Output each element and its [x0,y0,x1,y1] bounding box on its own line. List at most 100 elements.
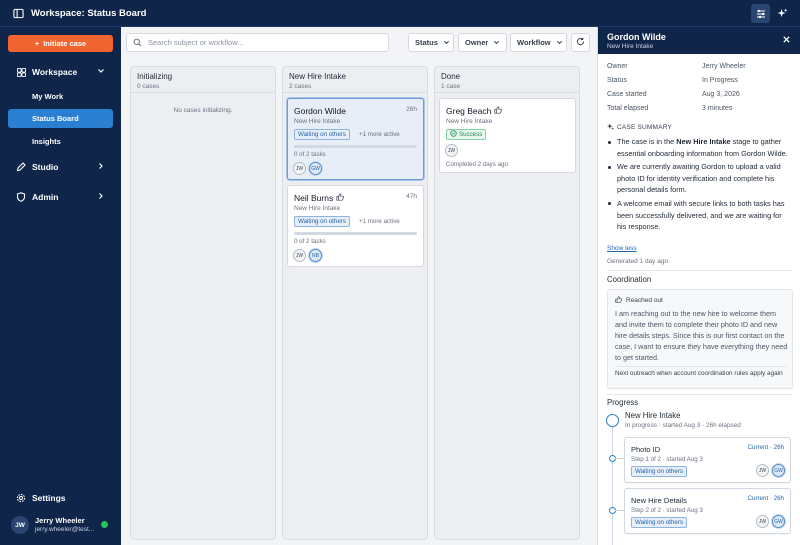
case-name: Greg Beach [446,106,492,116]
column-empty-message: No cases initializing. [173,107,233,114]
sidebar-item-my-work[interactable]: My Work [8,87,113,106]
task-progress-bar [294,145,417,148]
coordination-heading: Coordination [607,275,652,284]
owner-filter-dropdown[interactable]: Owner [458,33,507,52]
more-active-count: +1 more active [359,218,400,225]
sidebar-section-admin[interactable]: Admin [8,188,113,206]
show-less-link[interactable]: Show less [607,245,637,252]
stage-status-circle [606,414,619,427]
settings-label: Settings [32,493,66,503]
step-current-time: Current · 26h [747,495,784,502]
status-board: Status Owner Workflow Initializing 0 cas… [121,27,597,545]
summary-stage-name: New Hire Intake [676,137,731,146]
reached-out-row: Reached out [615,296,663,305]
case-name: Neil Burns [294,193,334,203]
divider [607,270,793,271]
initiate-case-label: Initiate case [43,39,87,48]
column-title: Done [441,72,461,81]
field-value: Jerry Wheeler [702,63,746,70]
detail-case-stage: New Hire Intake [607,43,654,50]
field-value: 3 minutes [702,105,733,112]
field-value: Aug 3, 2026 [702,91,740,98]
plus-icon: + [34,39,40,48]
case-stage: New Hire Intake [294,205,341,212]
detail-field-owner: Owner Jerry Wheeler [607,63,746,70]
detail-field-case-started: Case started Aug 3, 2026 [607,91,740,98]
divider [607,394,793,395]
workflow-filter-dropdown[interactable]: Workflow [510,33,567,52]
filter-label: Workflow [517,38,551,47]
case-card-neil-burns[interactable]: Neil Burns 47h New Hire Intake Waiting o… [287,185,424,267]
grid-icon [16,67,26,77]
field-label: Owner [607,63,628,70]
refresh-icon [576,37,585,48]
sidebar-section-studio[interactable]: Studio [8,158,113,176]
column-header: Initializing 0 cases [131,67,275,93]
coordination-card: Reached out I am reaching out to the new… [607,289,793,389]
search-icon [133,38,142,47]
case-card-greg-beach[interactable]: Greg Beach New Hire Intake Success JW Co… [439,98,576,173]
check-circle-icon [450,130,457,139]
top-bar: Workspace: Status Board [0,0,800,27]
reached-out-label: Reached out [626,297,663,304]
progress-step-photo-id[interactable]: Photo ID Current · 26h Step 1 of 2 · sta… [624,437,791,483]
step-connector [615,510,624,511]
close-icon[interactable] [782,35,792,45]
step-title: New Hire Details [631,496,687,505]
more-active-count: +1 more active [359,131,400,138]
column-title: New Hire Intake [289,72,346,81]
next-outreach-note: Next outreach when account coordination … [615,370,783,377]
detail-field-total-elapsed: Total elapsed 3 minutes [607,105,732,112]
sidebar-item-insights[interactable]: Insights [8,132,113,151]
avatar: GW [772,515,785,528]
column-count: 2 cases [289,83,312,90]
summary-text: The case is in the [617,137,677,146]
detail-header: Gordon Wilde New Hire Intake [598,27,800,54]
pen-tool-icon [16,162,26,172]
search-box[interactable] [126,33,389,52]
sparkle-icon[interactable] [773,4,792,23]
step-current-time: Current · 26h [747,444,784,451]
refresh-button[interactable] [571,33,590,52]
chevron-right-icon [97,192,105,200]
user-profile[interactable]: JW Jerry Wheeler jerry.wheeler@test... [8,513,113,537]
sparkle-icon [607,123,614,132]
avatar: JW [293,162,306,175]
divider [615,366,787,367]
case-summary-title: CASE SUMMARY [617,124,673,131]
list-item: We are currently awaiting Gordon to uplo… [607,161,793,196]
sidebar-section-label: Admin [32,192,59,202]
initiate-case-button[interactable]: + Initiate case [8,35,113,52]
case-card-gordon-wilde[interactable]: Gordon Wilde 26h New Hire Intake Waiting… [287,98,424,180]
progress-step-new-hire-details[interactable]: New Hire Details Current · 26h Step 2 of… [624,488,791,534]
thumbs-up-icon [336,193,345,203]
shield-icon [16,192,26,202]
sidebar-item-settings[interactable]: Settings [8,489,113,507]
sidebar-item-status-board[interactable]: Status Board [8,109,113,128]
search-input[interactable] [148,38,378,47]
user-name: Jerry Wheeler [35,516,85,525]
column-header: Done 1 case [435,67,579,93]
avatar: JW [11,516,29,534]
sidebar-toggle-icon[interactable] [11,6,25,20]
step-connector [615,458,624,459]
sidebar: + Initiate case Workspace My Work Status… [0,27,121,545]
summary-generated-time: Generated 1 day ago [607,258,669,265]
gear-icon [16,493,26,503]
avatar: NB [309,249,322,262]
case-name: Gordon Wilde [294,106,346,116]
board-column-done: Done 1 case Greg Beach New Hire Intake S… [434,66,580,540]
case-summary-heading: CASE SUMMARY [607,123,672,132]
field-label: Total elapsed [607,105,649,112]
details-panel-icon[interactable] [751,4,770,23]
thumbs-up-icon [494,106,503,116]
case-summary-list: The case is in the New Hire Intake stage… [607,136,793,235]
sidebar-section-workspace[interactable]: Workspace [8,63,113,81]
status-filter-dropdown[interactable]: Status [408,33,454,52]
topbar-actions [751,4,792,23]
progress-heading: Progress [607,398,639,407]
status-badge: Waiting on others [631,517,687,528]
filter-label: Owner [465,38,489,47]
avatar: JW [756,515,769,528]
online-status-indicator [101,521,108,528]
